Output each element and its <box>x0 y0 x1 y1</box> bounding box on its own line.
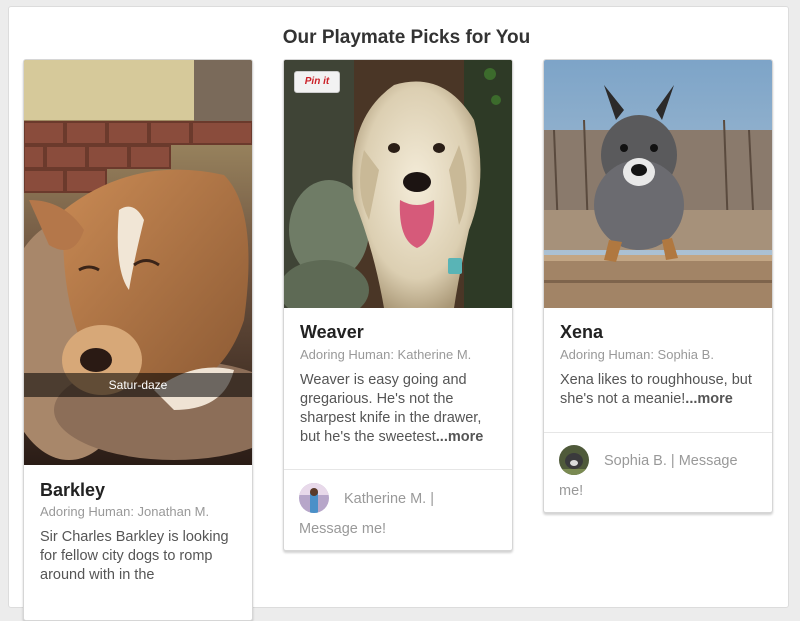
owner-avatar[interactable] <box>559 445 589 475</box>
dog-description: Xena likes to roughhouse, but she's not … <box>560 371 760 409</box>
pin-it-button[interactable]: Pin it <box>294 71 340 93</box>
card-divider <box>284 469 512 470</box>
dog-card-xena[interactable]: Xena Adoring Human: Sophia B. Xena likes… <box>543 59 773 513</box>
barkley-photo <box>24 60 252 465</box>
owner-avatar[interactable] <box>299 483 329 513</box>
dog-description: Weaver is easy going and gregarious. He'… <box>300 371 500 447</box>
dog-name[interactable]: Barkley <box>40 480 105 501</box>
photo-caption: Satur-daze <box>24 373 252 397</box>
message-owner[interactable]: Sophia B. | Message <box>604 446 738 476</box>
dog-photo[interactable]: Satur-daze <box>24 60 252 465</box>
message-owner-cont[interactable]: Message me! <box>299 514 386 544</box>
dog-photo[interactable]: Pin it <box>284 60 512 308</box>
more-link[interactable]: ...more <box>685 391 733 407</box>
dog-description: Sir Charles Barkley is looking for fello… <box>40 529 229 583</box>
adoring-human: Adoring Human: Sophia B. <box>560 347 714 362</box>
dog-photo[interactable] <box>544 60 772 308</box>
message-owner[interactable]: Katherine M. | <box>344 484 434 514</box>
dog-card-barkley[interactable]: Satur-daze Barkley Adoring Human: Jonath… <box>23 59 253 621</box>
adoring-human: Adoring Human: Katherine M. <box>300 347 472 362</box>
more-link[interactable]: ...more <box>436 429 484 445</box>
picks-panel: Our Playmate Picks for You Satur-daze Ba… <box>8 6 789 621</box>
message-owner-cont[interactable]: me! <box>559 476 583 506</box>
dog-card-weaver[interactable]: Pin it Weaver Adoring Human: Katherine M… <box>283 59 513 551</box>
avatar-image <box>559 445 589 475</box>
weaver-photo <box>284 60 512 308</box>
avatar-image <box>299 483 329 513</box>
card-divider <box>544 432 772 433</box>
adoring-human: Adoring Human: Jonathan M. <box>40 504 210 519</box>
xena-photo <box>544 60 772 308</box>
dog-name[interactable]: Weaver <box>300 322 364 343</box>
section-heading: Our Playmate Picks for You <box>282 27 531 48</box>
dog-name[interactable]: Xena <box>560 322 603 343</box>
